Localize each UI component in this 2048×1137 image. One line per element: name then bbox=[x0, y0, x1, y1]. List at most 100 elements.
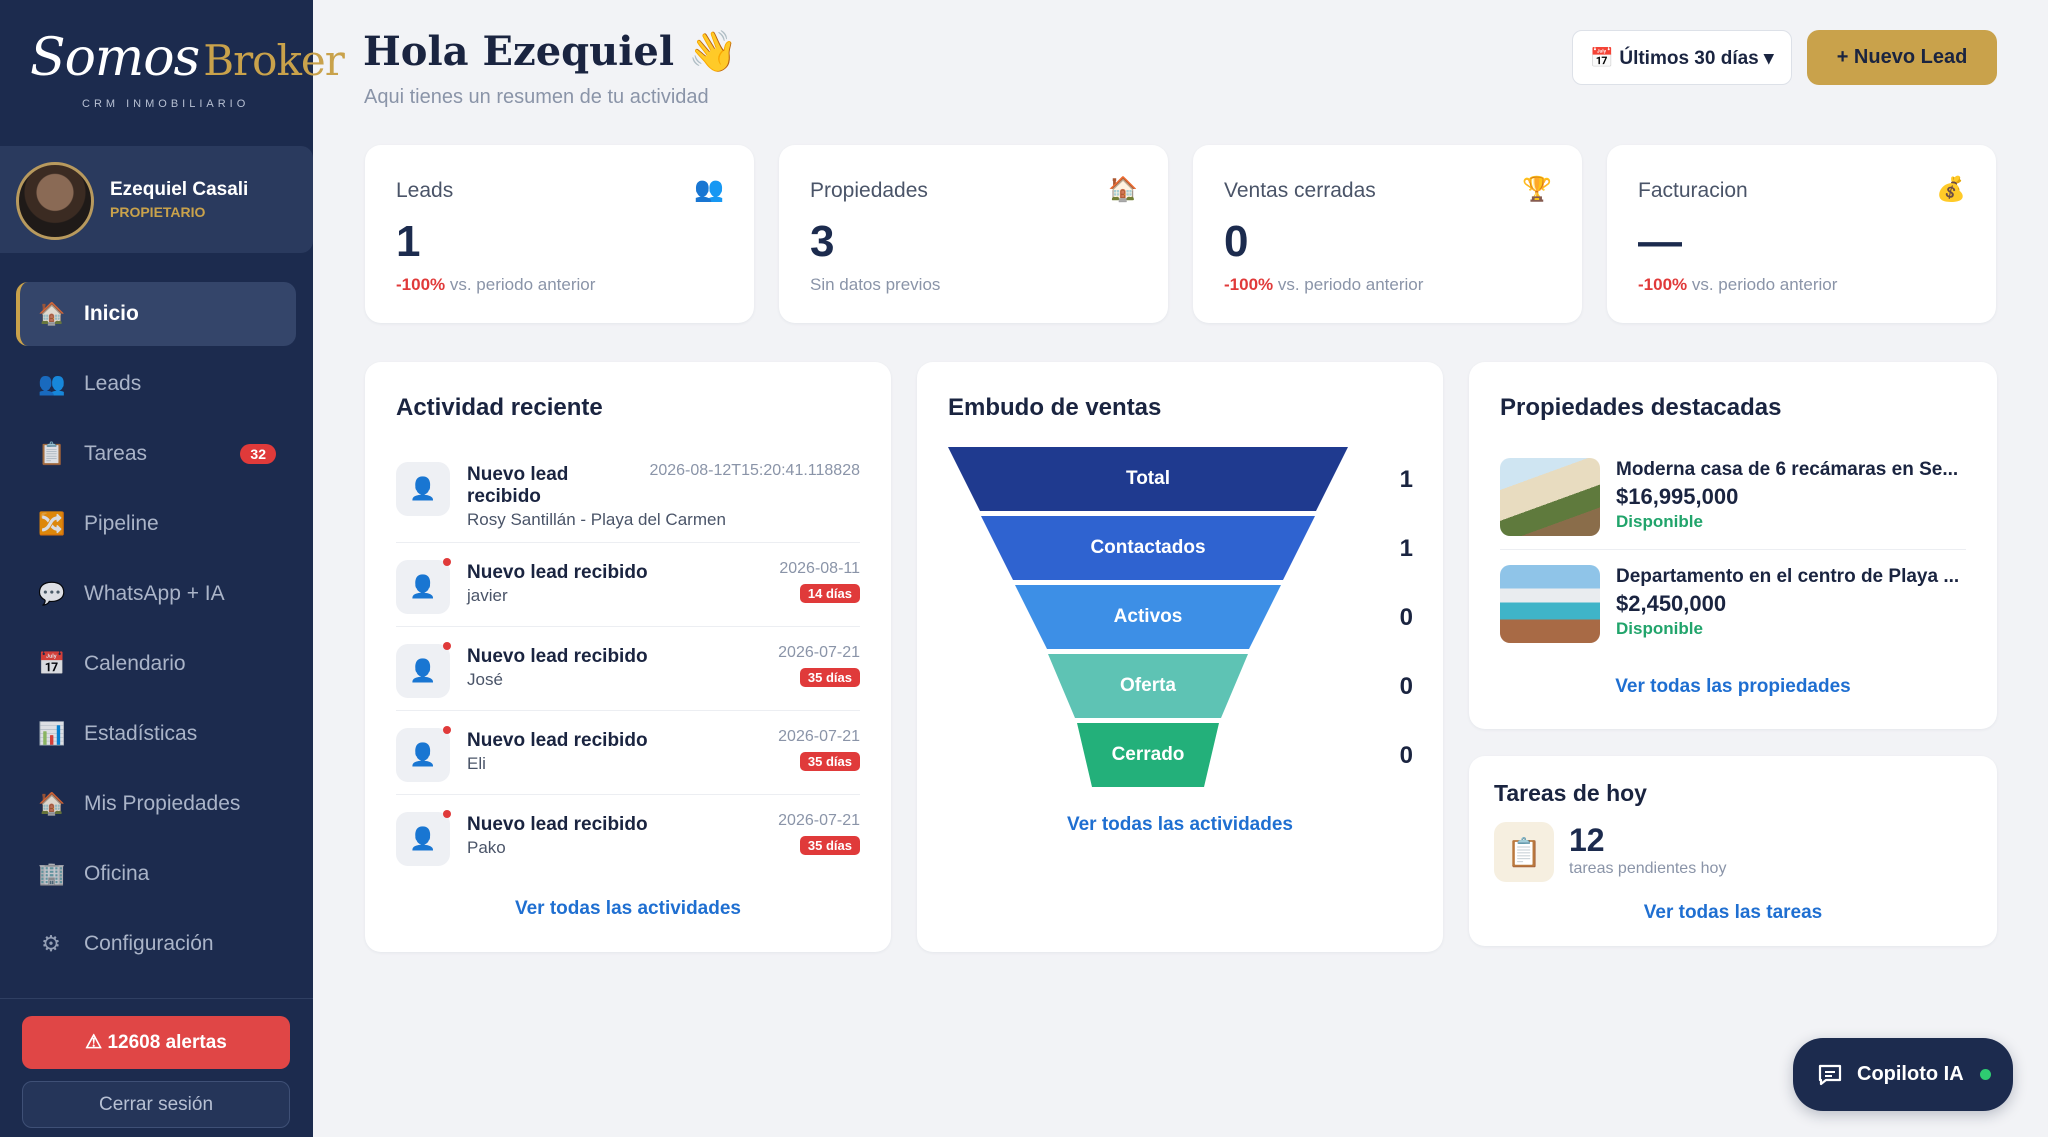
period-dropdown[interactable]: 📅 Últimos 30 días ▾ bbox=[1572, 30, 1792, 85]
sidebar-item-tareas[interactable]: 📋 Tareas 32 bbox=[16, 422, 296, 486]
activity-title: Nuevo lead recibido bbox=[467, 464, 569, 507]
funnel-count: 0 bbox=[1399, 673, 1413, 700]
activity-item[interactable]: 👤 Nuevo lead recibido Pako 2026-07-21 35… bbox=[396, 810, 860, 868]
sidebar-item-configuracion[interactable]: ⚙ Configuración bbox=[16, 912, 296, 976]
sidebar-item-estadisticas[interactable]: 📊 Estadísticas bbox=[16, 702, 296, 766]
copilot-label: Copiloto IA bbox=[1857, 1063, 1964, 1085]
kpi-card-facturacion[interactable]: Facturacion 💰 — -100% vs. periodo anteri… bbox=[1607, 145, 1996, 323]
logout-button[interactable]: Cerrar sesión bbox=[22, 1081, 290, 1128]
brand-logo[interactable]: SomosBroker CRM INMOBILIARIO bbox=[30, 28, 345, 118]
logo-tagline: CRM INMOBILIARIO bbox=[82, 98, 250, 110]
sidebar-item-label: Calendario bbox=[84, 652, 186, 675]
unread-dot bbox=[443, 726, 451, 734]
view-all-tasks-link[interactable]: Ver todas las tareas bbox=[1469, 902, 1997, 924]
tasks-count-badge: 32 bbox=[240, 444, 276, 464]
view-all-properties-link[interactable]: Ver todas las propiedades bbox=[1469, 676, 1997, 698]
activity-date: 2026-08-11 bbox=[779, 560, 860, 577]
view-all-activities-link[interactable]: Ver todas las actividades bbox=[917, 814, 1443, 836]
clipboard-icon: 📋 bbox=[1494, 822, 1554, 882]
activity-date: 2026-07-21 bbox=[778, 728, 860, 745]
kpi-card-leads[interactable]: Leads 👥 1 -100% vs. periodo anterior bbox=[365, 145, 754, 323]
funnel-label: Cerrado bbox=[1111, 744, 1185, 765]
chat-bubble-icon bbox=[1818, 1064, 1842, 1085]
sidebar-nav: 🏠 Inicio 👥 Leads 📋 Tareas 32 🔀 Pipeline … bbox=[16, 282, 296, 982]
property-title: Departamento en el centro de Playa ... bbox=[1616, 566, 1960, 587]
funnel-label: Oferta bbox=[1120, 675, 1176, 696]
sidebar-item-label: Inicio bbox=[84, 302, 139, 325]
sidebar-item-leads[interactable]: 👥 Leads bbox=[16, 352, 296, 416]
kpi-card-ventas[interactable]: Ventas cerradas 🏆 0 -100% vs. periodo an… bbox=[1193, 145, 1582, 323]
unread-dot bbox=[443, 810, 451, 818]
gear-icon: ⚙ bbox=[41, 931, 61, 956]
user-icon: 👤 bbox=[396, 644, 450, 698]
activity-item[interactable]: 👤 Nuevo lead recibido José 2026-07-21 35… bbox=[396, 642, 860, 700]
sidebar-divider bbox=[0, 998, 313, 999]
sidebar-item-pipeline[interactable]: 🔀 Pipeline bbox=[16, 492, 296, 556]
office-icon: 🏢 bbox=[38, 861, 66, 886]
user-name: Ezequiel Casali bbox=[110, 179, 249, 200]
activity-subtitle: Pako bbox=[467, 838, 506, 857]
kpi-value: 0 bbox=[1224, 217, 1249, 266]
featured-properties-card: Propiedades destacadas Moderna casa de 6… bbox=[1469, 362, 1997, 729]
user-icon: 👤 bbox=[396, 812, 450, 866]
funnel-label: Total bbox=[1126, 468, 1170, 489]
property-thumbnail bbox=[1500, 458, 1600, 536]
online-status-dot bbox=[1979, 1069, 1991, 1080]
sidebar-item-label: Tareas bbox=[84, 442, 148, 465]
sidebar-item-whatsapp[interactable]: 💬 WhatsApp + IA bbox=[16, 562, 296, 626]
house-icon: 🏠 bbox=[38, 301, 66, 326]
activity-date: 2026-07-21 bbox=[778, 812, 860, 829]
card-title: Actividad reciente bbox=[396, 394, 603, 421]
property-status: Disponible bbox=[1616, 619, 1703, 638]
activity-date: 2026-07-21 bbox=[778, 644, 860, 661]
user-icon: 👤 bbox=[396, 728, 450, 782]
activity-item[interactable]: 👤 Nuevo lead recibido javier 2026-08-11 … bbox=[396, 558, 860, 616]
activity-subtitle: Eli bbox=[467, 754, 486, 773]
user-icon: 👤 bbox=[396, 560, 450, 614]
bar-chart-icon: 📊 bbox=[38, 721, 66, 746]
kpi-note: -100% vs. periodo anterior bbox=[1224, 275, 1424, 294]
sidebar-item-mis-propiedades[interactable]: 🏠 Mis Propiedades bbox=[16, 772, 296, 836]
kpi-note: Sin datos previos bbox=[810, 275, 941, 294]
activity-subtitle: Rosy Santillán - Playa del Carmen bbox=[467, 510, 726, 529]
divider bbox=[1500, 549, 1966, 550]
kpi-card-propiedades[interactable]: Propiedades 🏠 3 Sin datos previos bbox=[779, 145, 1168, 323]
sidebar-item-label: Mis Propiedades bbox=[84, 792, 241, 815]
sidebar-item-label: Leads bbox=[84, 372, 142, 395]
activity-item[interactable]: 👤 Nuevo lead recibido Rosy Santillán - P… bbox=[396, 462, 860, 532]
age-badge: 35 días bbox=[799, 668, 860, 687]
age-badge: 14 días bbox=[799, 584, 860, 603]
alerts-button[interactable]: ⚠ 12608 alertas bbox=[22, 1016, 290, 1069]
property-title: Moderna casa de 6 recámaras en Se... bbox=[1616, 459, 1959, 480]
shuffle-icon: 🔀 bbox=[38, 511, 66, 536]
user-profile-card[interactable]: Ezequiel Casali PROPIETARIO bbox=[0, 146, 313, 253]
property-item[interactable]: Departamento en el centro de Playa ... $… bbox=[1500, 565, 1966, 643]
user-icon: 👤 bbox=[396, 462, 450, 516]
funnel-label: Contactados bbox=[1090, 537, 1206, 558]
sidebar-item-oficina[interactable]: 🏢 Oficina bbox=[16, 842, 296, 906]
funnel-count: 1 bbox=[1399, 535, 1413, 562]
funnel-count: 0 bbox=[1399, 604, 1413, 631]
property-item[interactable]: Moderna casa de 6 recámaras en Se... $16… bbox=[1500, 458, 1966, 536]
kpi-label: Ventas cerradas bbox=[1224, 179, 1376, 202]
tasks-subtitle: tareas pendientes hoy bbox=[1569, 860, 1727, 877]
kpi-label: Facturacion bbox=[1638, 179, 1748, 202]
sidebar-item-label: Configuración bbox=[84, 932, 214, 955]
property-price: $2,450,000 bbox=[1616, 591, 1727, 616]
copilot-ai-button[interactable]: Copiloto IA bbox=[1793, 1038, 2013, 1111]
activity-subtitle: javier bbox=[467, 586, 508, 605]
activity-item[interactable]: 👤 Nuevo lead recibido Eli 2026-07-21 35 … bbox=[396, 726, 860, 784]
user-role: PROPIETARIO bbox=[110, 204, 206, 220]
new-lead-button[interactable]: + Nuevo Lead bbox=[1807, 30, 1997, 85]
age-badge: 35 días bbox=[799, 836, 860, 855]
divider bbox=[396, 794, 860, 795]
sidebar-item-inicio[interactable]: 🏠 Inicio bbox=[16, 282, 296, 346]
sidebar-item-label: WhatsApp + IA bbox=[84, 582, 225, 605]
kpi-value: — bbox=[1638, 217, 1682, 266]
avatar bbox=[16, 162, 94, 240]
sidebar-item-calendario[interactable]: 📅 Calendario bbox=[16, 632, 296, 696]
funnel-count: 1 bbox=[1399, 466, 1413, 493]
age-badge: 35 días bbox=[799, 752, 860, 771]
users-icon: 👥 bbox=[694, 176, 724, 203]
view-all-activities-link[interactable]: Ver todas las actividades bbox=[365, 898, 891, 920]
